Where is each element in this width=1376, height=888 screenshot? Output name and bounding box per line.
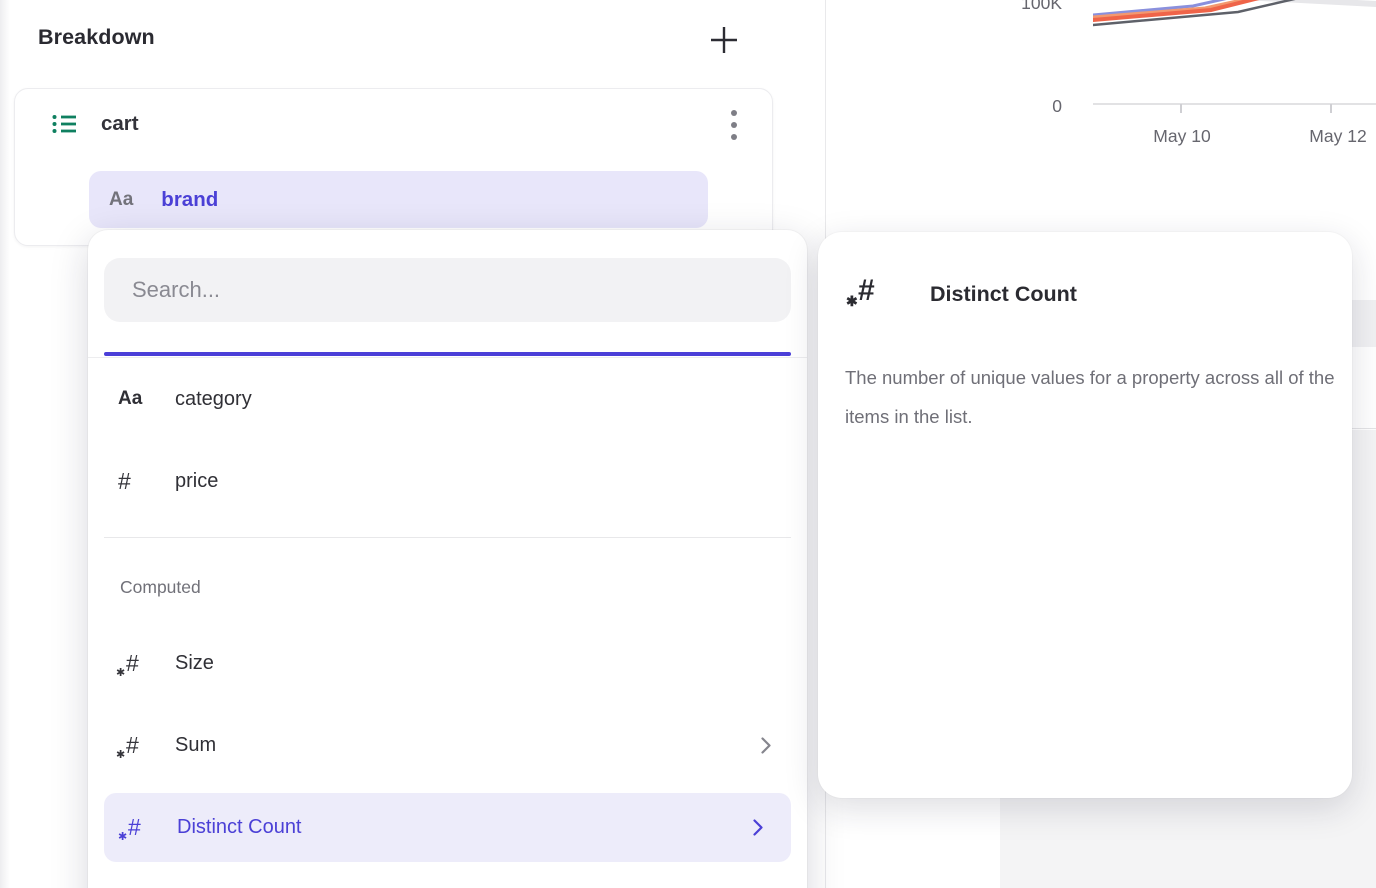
distinct-count-info-popover: #✱ Distinct Count The number of unique v… [818, 232, 1352, 798]
app-canvas: 100K 0 May 10 May 12 Breakdown cart [0, 0, 1376, 888]
x-axis-line [1093, 103, 1376, 105]
kebab-dot [731, 134, 737, 140]
kebab-menu-button[interactable] [720, 103, 748, 147]
dropdown-item-category[interactable]: Aa category [88, 375, 807, 423]
computed-section-label: Computed [120, 577, 201, 598]
x-axis-tick [1180, 104, 1182, 113]
dropdown-item-price[interactable]: # price [88, 457, 807, 505]
left-edge-shadow [0, 0, 10, 888]
breakdown-section-title: Breakdown [38, 25, 155, 50]
dropdown-item-label: Distinct Count [177, 816, 302, 839]
dropdown-item-label: Size [175, 652, 214, 675]
string-type-icon: Aa [109, 189, 133, 211]
breakdown-card-cart: cart Aa brand [14, 88, 773, 246]
dropdown-item-sum[interactable]: #✱ Sum [88, 721, 807, 769]
property-dropdown: Aa category # price Computed #✱ Size #✱ … [88, 230, 807, 888]
cart-label: cart [101, 112, 139, 136]
kebab-dot [731, 122, 737, 128]
y-axis-label-100k: 100K [990, 0, 1062, 14]
distinct-count-row[interactable]: #✱ Distinct Count [104, 803, 791, 851]
dropdown-item-distinct-count[interactable]: #✱ Distinct Count [104, 793, 791, 862]
active-tab-indicator [104, 352, 791, 356]
list-top-border [88, 357, 807, 358]
computed-number-icon: #✱ [126, 650, 139, 677]
search-box [104, 258, 791, 322]
search-input[interactable] [104, 258, 791, 322]
dropdown-item-size[interactable]: #✱ Size [88, 639, 807, 687]
dropdown-item-label: price [175, 470, 218, 493]
computed-number-icon: #✱ [858, 274, 875, 308]
x-axis-label-may10: May 10 [1127, 126, 1237, 147]
popover-description: The number of unique values for a proper… [845, 358, 1350, 436]
selected-property-label: brand [161, 188, 218, 212]
dropdown-item-label: category [175, 388, 252, 411]
x-axis-tick [1330, 104, 1332, 113]
list-icon [51, 112, 77, 136]
dropdown-divider [104, 537, 791, 538]
computed-number-icon: #✱ [126, 732, 139, 759]
add-breakdown-button[interactable] [704, 20, 744, 60]
cart-property-row[interactable]: cart [51, 105, 139, 143]
y-axis-label-0: 0 [990, 96, 1062, 117]
chevron-right-icon [761, 737, 771, 754]
popover-title: Distinct Count [930, 282, 1077, 307]
number-type-icon: # [118, 468, 131, 495]
selected-property-brand[interactable]: Aa brand [89, 171, 708, 228]
chart-lines [1093, 0, 1376, 42]
dropdown-item-label: Sum [175, 734, 216, 757]
string-type-icon: Aa [118, 388, 142, 410]
plus-icon [708, 24, 740, 56]
computed-number-icon: #✱ [128, 814, 141, 841]
kebab-dot [731, 110, 737, 116]
chevron-right-icon [753, 819, 763, 836]
x-axis-label-may12: May 12 [1283, 126, 1376, 147]
